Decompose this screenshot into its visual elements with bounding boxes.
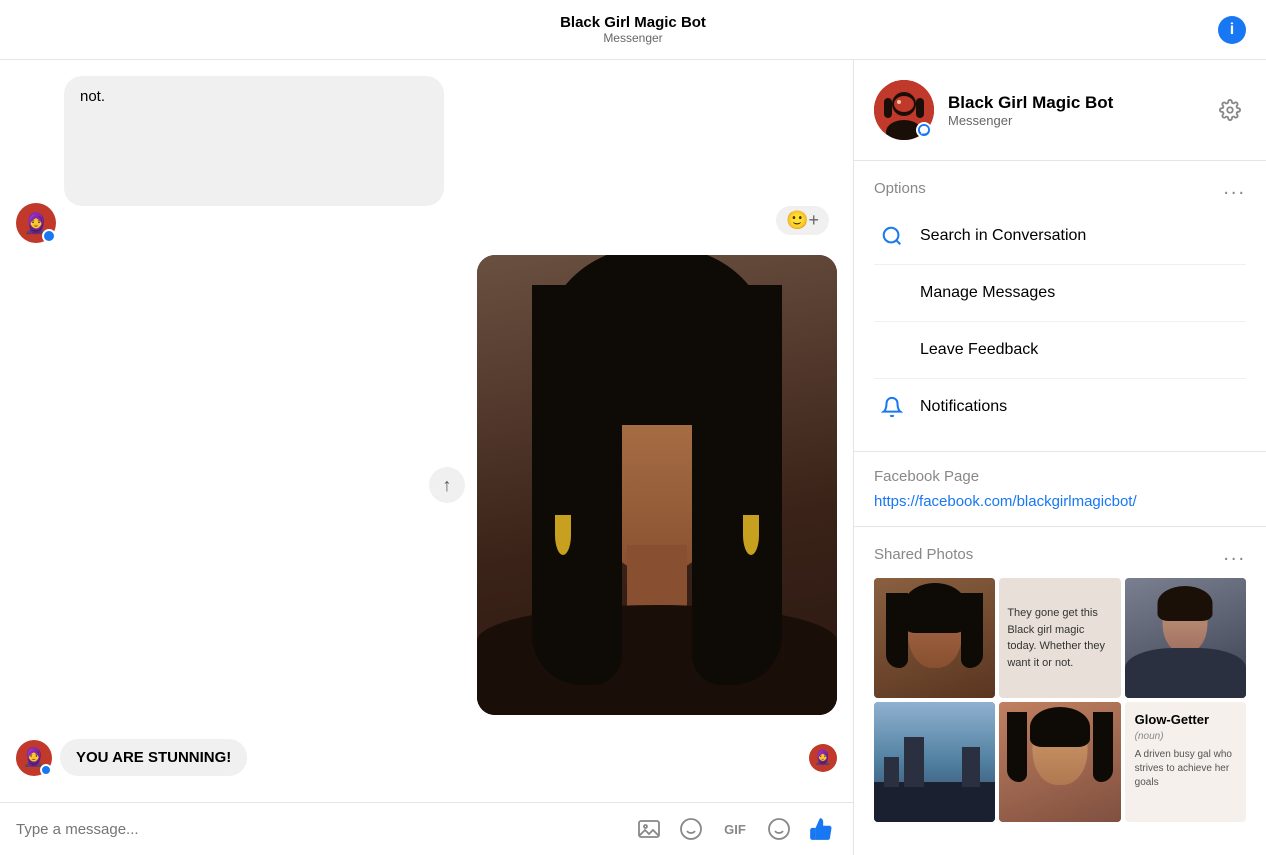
share-button-area: ↑	[429, 255, 465, 715]
photos-grid: They gone get this Black girl magic toda…	[874, 578, 1246, 822]
option-search[interactable]: Search in Conversation	[874, 208, 1246, 265]
share-button[interactable]: ↑	[429, 467, 465, 503]
partial-message-bubble: not.	[64, 76, 444, 206]
avatar-badge	[40, 764, 52, 776]
chat-input-area: GIF	[0, 802, 853, 855]
emoji-action-button[interactable]	[763, 813, 795, 845]
partial-message: 🧕 not. 🙂+	[16, 76, 837, 243]
shared-photo-3[interactable]	[1125, 578, 1246, 698]
gif-action-button[interactable]: GIF	[717, 813, 753, 845]
option-notifications-label: Notifications	[920, 398, 1007, 416]
shared-photo-4[interactable]	[874, 702, 995, 822]
options-section: Options ... Search in Conversation Manag…	[854, 161, 1266, 452]
options-more-button[interactable]: ...	[1223, 177, 1246, 200]
photo-message	[477, 255, 837, 715]
right-sidebar: Black Girl Magic Bot Messenger Options .…	[854, 60, 1266, 855]
photo-card-subtitle: (noun)	[1135, 731, 1236, 742]
app-header: Black Girl Magic Bot Messenger i	[0, 0, 1266, 60]
photo-card-title: Glow-Getter	[1135, 712, 1236, 727]
thumbs-up-icon	[808, 816, 834, 842]
photo-message-row: ↑	[16, 255, 837, 715]
sticker-icon	[679, 817, 703, 841]
like-action-button[interactable]	[805, 813, 837, 845]
options-title: Options	[874, 180, 926, 197]
facebook-page-link[interactable]: https://facebook.com/blackgirlmagicbot/	[874, 493, 1246, 510]
emoji-icon	[767, 817, 791, 841]
shared-photos-title: Shared Photos	[874, 546, 973, 563]
header-title: Black Girl Magic Bot	[560, 14, 706, 31]
emoji-add-row: 🙂+	[64, 206, 837, 235]
right-avatar: 🧕	[809, 744, 837, 772]
online-badge	[42, 229, 56, 243]
messenger-icon	[919, 125, 929, 135]
bell-icon	[878, 393, 906, 421]
option-search-label: Search in Conversation	[920, 227, 1086, 245]
info-button[interactable]: i	[1218, 16, 1246, 44]
gear-icon	[1219, 99, 1241, 121]
left-avatar-wrap: 🧕	[16, 740, 52, 776]
photo-action-button[interactable]	[633, 813, 665, 845]
shared-photos-more-button[interactable]: ...	[1223, 543, 1246, 566]
option-notifications[interactable]: Notifications	[874, 379, 1246, 435]
shared-photos-section: Shared Photos ... They gone get this	[854, 527, 1266, 838]
message-input[interactable]	[16, 821, 623, 838]
stunning-message-row: 🧕 YOU ARE STUNNING! 🧕	[16, 739, 837, 776]
bot-platform: Messenger	[948, 113, 1200, 128]
shared-photo-5[interactable]	[999, 702, 1120, 822]
option-manage[interactable]: Manage Messages	[874, 265, 1246, 322]
options-header: Options ...	[874, 177, 1246, 200]
shared-photo-2[interactable]: They gone get this Black girl magic toda…	[999, 578, 1120, 698]
bot-profile: Black Girl Magic Bot Messenger	[854, 60, 1266, 161]
sticker-action-button[interactable]	[675, 813, 707, 845]
stunning-bubble: YOU ARE STUNNING!	[60, 739, 247, 776]
chat-messages: 🧕 not. 🙂+	[0, 60, 853, 802]
photo-icon	[637, 817, 661, 841]
chat-area: 🧕 not. 🙂+	[0, 60, 854, 855]
bot-profile-avatar	[874, 80, 934, 140]
photo-card-desc: A driven busy gal who strives to achieve…	[1135, 748, 1236, 790]
facebook-page-title: Facebook Page	[874, 468, 1246, 485]
gear-button[interactable]	[1214, 94, 1246, 126]
photo-text: They gone get this Black girl magic toda…	[1007, 605, 1112, 671]
main-layout: 🧕 not. 🙂+	[0, 60, 1266, 855]
shared-photos-header: Shared Photos ...	[874, 543, 1246, 566]
search-icon	[878, 222, 906, 250]
bot-info: Black Girl Magic Bot Messenger	[948, 93, 1200, 128]
header-subtitle: Messenger	[560, 31, 706, 45]
bot-messenger-badge	[916, 122, 932, 138]
header-center: Black Girl Magic Bot Messenger	[560, 14, 706, 45]
emoji-add-button[interactable]: 🙂+	[776, 206, 829, 235]
option-manage-label: Manage Messages	[920, 284, 1055, 302]
shared-photo-1[interactable]	[874, 578, 995, 698]
shared-photo-6[interactable]: Glow-Getter (noun) A driven busy gal who…	[1125, 702, 1246, 822]
facebook-page-section: Facebook Page https://facebook.com/black…	[854, 452, 1266, 527]
option-feedback-label: Leave Feedback	[920, 341, 1038, 359]
bot-name: Black Girl Magic Bot	[948, 93, 1200, 113]
option-feedback[interactable]: Leave Feedback	[874, 322, 1246, 379]
